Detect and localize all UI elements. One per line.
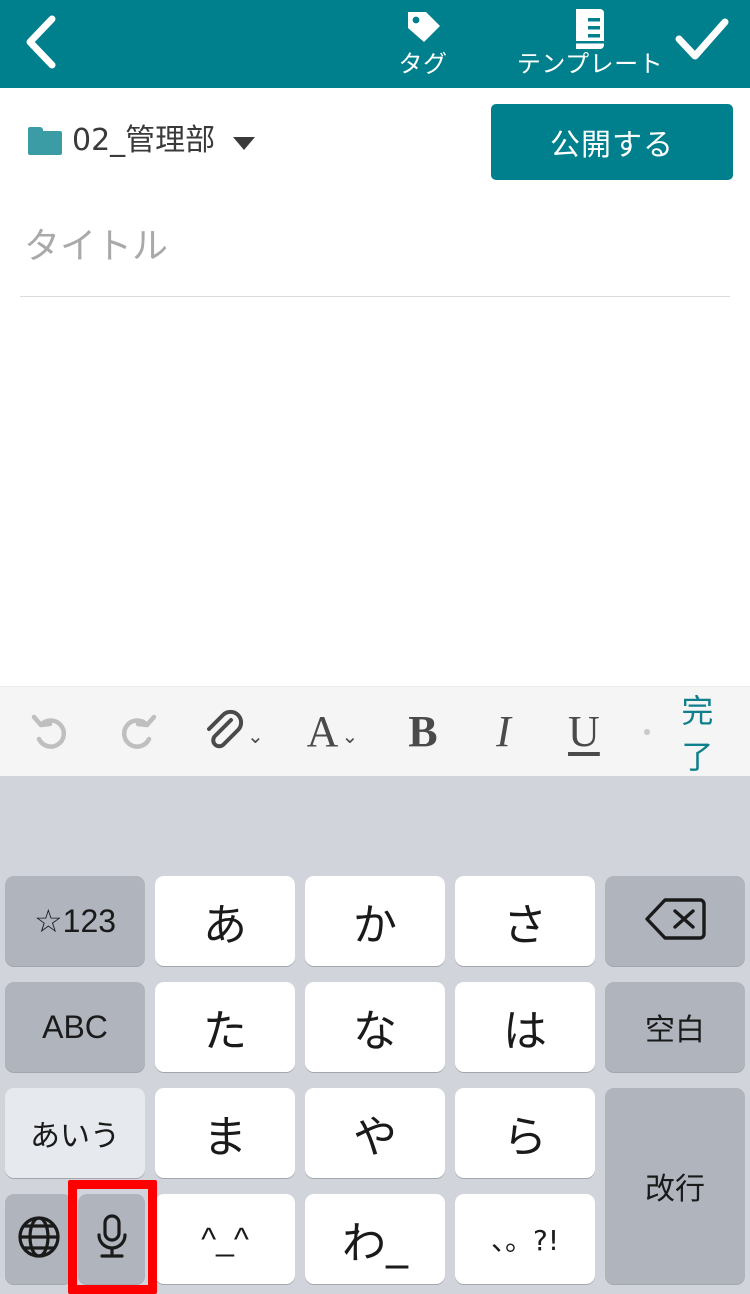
note-editor-screen: タグ テンプレート 02_管理部 公開する タイトル ⌄ A ⌄ B I U 完… xyxy=(0,0,750,1294)
key-enter[interactable]: 改行 xyxy=(605,1088,745,1284)
key-label: さ xyxy=(503,900,547,951)
key-label: ☆123 xyxy=(33,903,117,939)
key-kana-ra[interactable]: ら xyxy=(455,1088,595,1178)
confirm-button[interactable] xyxy=(668,8,736,76)
note-body-area[interactable] xyxy=(0,300,750,686)
key-label: ABC xyxy=(42,1008,108,1045)
redo-icon xyxy=(117,709,159,754)
key-label: ^_^ xyxy=(201,1220,249,1257)
format-toolbar: ⌄ A ⌄ B I U 完了 xyxy=(0,686,750,776)
italic-glyph: I xyxy=(496,706,511,756)
key-label: や xyxy=(353,1112,397,1163)
template-label: テンプレート xyxy=(516,51,664,78)
key-num-symbol[interactable]: ☆123 xyxy=(5,876,145,966)
backspace-icon xyxy=(644,896,706,946)
title-field-wrapper xyxy=(0,205,750,300)
redo-button[interactable] xyxy=(94,687,182,777)
key-label: か xyxy=(353,900,397,951)
key-kana-ta[interactable]: た xyxy=(155,982,295,1072)
key-kana-ma[interactable]: ま xyxy=(155,1088,295,1178)
key-label: ま xyxy=(203,1112,247,1163)
chevron-down-icon: ⌄ xyxy=(246,723,264,748)
tag-button[interactable]: タグ xyxy=(363,2,483,86)
tag-icon xyxy=(402,8,444,50)
key-abc[interactable]: ABC xyxy=(5,982,145,1072)
key-label: な xyxy=(353,1006,397,1057)
key-label: 、。?! xyxy=(490,1224,560,1257)
bold-button[interactable]: B xyxy=(383,687,463,777)
template-document-icon xyxy=(571,8,609,50)
key-label: 改行 xyxy=(645,1172,705,1207)
done-button[interactable]: 完了 xyxy=(668,686,728,778)
key-label: わ_ xyxy=(342,1218,408,1269)
key-label: あ xyxy=(203,900,247,951)
undo-button[interactable] xyxy=(6,687,94,777)
folder-row: 02_管理部 公開する xyxy=(0,88,750,196)
back-button[interactable] xyxy=(10,10,74,74)
key-aiu-mode[interactable]: あいう xyxy=(5,1088,145,1178)
title-input[interactable] xyxy=(20,205,730,297)
key-delete[interactable] xyxy=(605,876,745,966)
globe-icon xyxy=(16,1214,62,1264)
attachment-button[interactable]: ⌄ xyxy=(182,687,283,777)
check-icon xyxy=(674,17,730,68)
tag-label: タグ xyxy=(398,51,448,78)
key-kana-sa[interactable]: さ xyxy=(455,876,595,966)
key-kana-a[interactable]: あ xyxy=(155,876,295,966)
microphone-icon xyxy=(91,1212,133,1266)
key-label: 空白 xyxy=(645,1013,705,1048)
chevron-left-icon xyxy=(24,14,60,70)
caret-down-icon xyxy=(233,136,256,150)
key-label: は xyxy=(503,1006,547,1057)
bold-glyph: B xyxy=(408,706,438,756)
key-label: あいう xyxy=(30,1119,120,1154)
key-kana-ha[interactable]: は xyxy=(455,982,595,1072)
folder-name: 02_管理部 xyxy=(72,123,216,158)
folder-selector[interactable]: 02_管理部 xyxy=(28,114,256,168)
key-space[interactable]: 空白 xyxy=(605,982,745,1072)
italic-button[interactable]: I xyxy=(463,687,543,777)
publish-button[interactable]: 公開する xyxy=(491,104,733,180)
chevron-down-icon: ⌄ xyxy=(341,723,359,748)
key-label: ら xyxy=(503,1112,547,1163)
font-size-glyph: A xyxy=(306,706,339,756)
top-navigation-bar: タグ テンプレート xyxy=(0,0,750,88)
key-microphone[interactable] xyxy=(78,1194,145,1284)
underline-glyph: U xyxy=(568,706,600,756)
folder-icon xyxy=(28,127,62,155)
font-style-button[interactable]: A ⌄ xyxy=(282,687,383,777)
key-label: た xyxy=(203,1006,247,1057)
key-kana-ya[interactable]: や xyxy=(305,1088,445,1178)
dot-separator xyxy=(644,728,650,735)
key-kana-wa[interactable]: わ_ xyxy=(305,1194,445,1284)
paperclip-icon xyxy=(200,708,244,755)
key-kana-na[interactable]: な xyxy=(305,982,445,1072)
key-globe[interactable] xyxy=(5,1194,72,1284)
key-punctuation[interactable]: 、。?! xyxy=(455,1194,595,1284)
template-button[interactable]: テンプレート xyxy=(500,2,680,86)
key-emoji[interactable]: ^_^ xyxy=(155,1194,295,1284)
undo-icon xyxy=(29,709,71,754)
underline-button[interactable]: U xyxy=(544,687,624,777)
japanese-keyboard: ☆123 あ か さ ABC た な は 空白 あいう ま や ら 改行 ^_^… xyxy=(0,776,750,1294)
key-kana-ka[interactable]: か xyxy=(305,876,445,966)
